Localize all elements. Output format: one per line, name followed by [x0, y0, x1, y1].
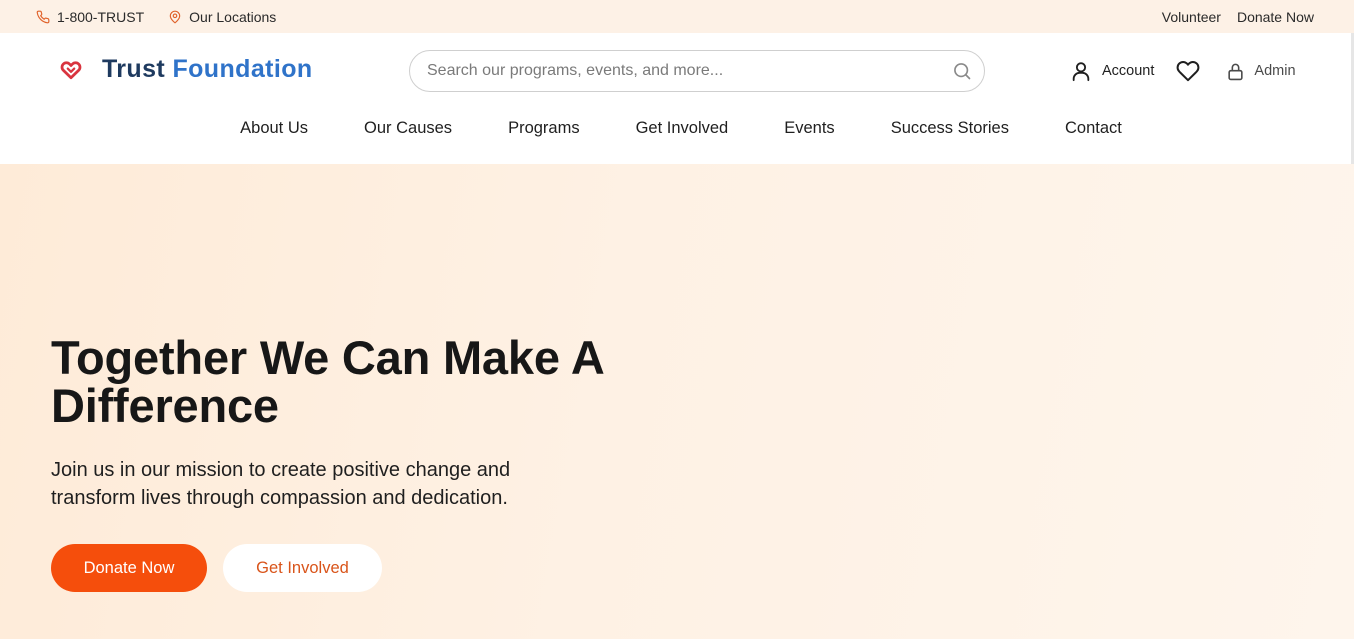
phone-link[interactable]: 1-800-TRUST	[36, 9, 144, 25]
admin-label: Admin	[1254, 63, 1296, 79]
hero-title: Together We Can Make A Difference	[51, 331, 603, 432]
locations-label: Our Locations	[189, 8, 277, 25]
header-actions: Account Admin	[1070, 59, 1296, 83]
volunteer-link[interactable]: Volunteer	[1162, 9, 1221, 25]
search-input[interactable]	[427, 62, 952, 80]
search-icon[interactable]	[952, 61, 972, 81]
contact-info: 1-800-TRUST Our Locations	[36, 9, 276, 25]
logo-text-foundation: Foundation	[172, 55, 313, 83]
account-label: Account	[1102, 63, 1155, 79]
search-bar	[409, 50, 985, 92]
phone-icon	[36, 10, 50, 23]
nav-item-contact[interactable]: Contact	[1065, 119, 1122, 138]
get-involved-button[interactable]: Get Involved	[223, 544, 382, 592]
nav-list: About Us Our Causes Programs Get Involve…	[232, 119, 1122, 138]
donate-link[interactable]: Donate Now	[1237, 9, 1314, 25]
account-button[interactable]: Account	[1070, 60, 1154, 82]
admin-button[interactable]: Admin	[1226, 62, 1296, 81]
nav-item-about-us[interactable]: About Us	[240, 119, 308, 138]
nav-item-our-causes[interactable]: Our Causes	[364, 119, 452, 138]
nav-item-programs[interactable]: Programs	[508, 119, 580, 138]
logo-text-trust: Trust	[102, 55, 173, 83]
nav-item-events[interactable]: Events	[784, 119, 834, 138]
top-utility-bar: 1-800-TRUST Our Locations Volunteer Dona…	[0, 0, 1354, 33]
site-logo[interactable]: Trust Foundation	[60, 55, 313, 84]
hero-section: Together We Can Make A Difference Join u…	[0, 164, 1354, 639]
donate-now-button[interactable]: Donate Now	[51, 544, 207, 592]
main-nav: About Us Our Causes Programs Get Involve…	[0, 109, 1354, 164]
wishlist-button[interactable]	[1176, 59, 1200, 83]
heart-icon	[60, 60, 82, 79]
user-icon	[1072, 62, 1090, 82]
nav-item-success-stories[interactable]: Success Stories	[891, 119, 1009, 138]
logo-text: Trust Foundation	[102, 55, 313, 84]
heart-outline-icon	[1177, 61, 1200, 82]
locations-link[interactable]: Our Locations	[168, 9, 276, 25]
map-pin-icon	[169, 10, 181, 23]
nav-item-get-involved[interactable]: Get Involved	[636, 119, 729, 138]
site-header: Trust Foundation Account Admin	[0, 33, 1354, 109]
lock-icon	[1228, 63, 1244, 80]
topbar-links: Volunteer Donate Now	[1162, 9, 1314, 25]
phone-number: 1-800-TRUST	[57, 8, 145, 25]
hero-subtitle: Join us in our mission to create positiv…	[51, 459, 511, 509]
